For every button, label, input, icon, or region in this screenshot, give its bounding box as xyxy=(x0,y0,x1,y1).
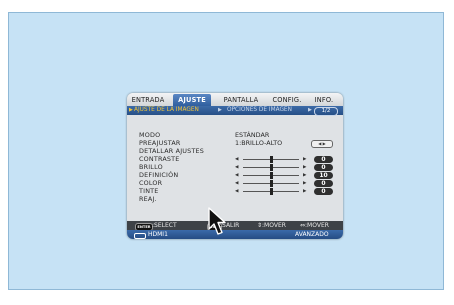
slider-value: 0 xyxy=(314,164,333,171)
tab-pantalla[interactable]: PANTALLA xyxy=(219,94,263,106)
setting-row-reaj[interactable]: REAJ. xyxy=(127,195,343,204)
slider-thumb[interactable] xyxy=(269,188,273,195)
subtab-arrow-icon: ▶ xyxy=(218,107,222,113)
slider-value: 0 xyxy=(314,188,333,195)
reset-label: REAJ. xyxy=(139,195,157,203)
slider-value: 0 xyxy=(314,180,333,187)
subtab-opciones-imagen[interactable]: OPCIONES DE IMAGEN xyxy=(227,106,292,115)
input-source-icon xyxy=(134,232,146,239)
key-guide-bar: ENTER :SELECT EXIT :SALIR ⇕:MOVER ⇔:MOVE… xyxy=(127,221,343,231)
slider-thumb[interactable] xyxy=(269,156,273,163)
tab-config[interactable]: CONFIG. xyxy=(268,94,306,106)
page-indicator: 1/2 xyxy=(314,107,338,116)
status-bar: HDMI1 AVANZADO xyxy=(127,230,343,239)
tab-entrada[interactable]: ENTRADA xyxy=(131,94,165,106)
move-horizontal-hint: ⇔:MOVER xyxy=(300,222,329,229)
subtab-bar: ▶ AJUSTE DE LA IMAGEN ▶ OPCIONES DE IMAG… xyxy=(127,106,343,116)
menu-tab-bar: ENTRADA AJUSTE PANTALLA CONFIG. INFO. xyxy=(127,93,343,106)
input-source: HDMI1 xyxy=(148,231,168,238)
select-hint: :SELECT xyxy=(152,222,177,229)
slider-thumb[interactable] xyxy=(269,172,273,179)
move-vertical-hint: ⇕:MOVER xyxy=(257,222,286,229)
mouse-pointer-icon xyxy=(208,207,226,235)
projection-screen: ENTRADA AJUSTE PANTALLA CONFIG. INFO. ▶ … xyxy=(8,12,444,290)
subtab-active-marker-icon: ▶ xyxy=(129,107,133,113)
menu-mode: AVANZADO xyxy=(295,231,329,238)
slider-thumb[interactable] xyxy=(269,164,273,171)
tab-info[interactable]: INFO. xyxy=(311,94,337,106)
slider-thumb[interactable] xyxy=(269,180,273,187)
slider-value: 0 xyxy=(314,156,333,163)
subtab-next-icon: ▶ xyxy=(308,107,312,113)
tab-ajuste[interactable]: AJUSTE xyxy=(173,94,211,106)
slider-value: 10 xyxy=(314,172,333,179)
subtab-ajuste-imagen[interactable]: AJUSTE DE LA IMAGEN xyxy=(134,106,199,115)
projector-osd-menu: ENTRADA AJUSTE PANTALLA CONFIG. INFO. ▶ … xyxy=(127,93,343,239)
